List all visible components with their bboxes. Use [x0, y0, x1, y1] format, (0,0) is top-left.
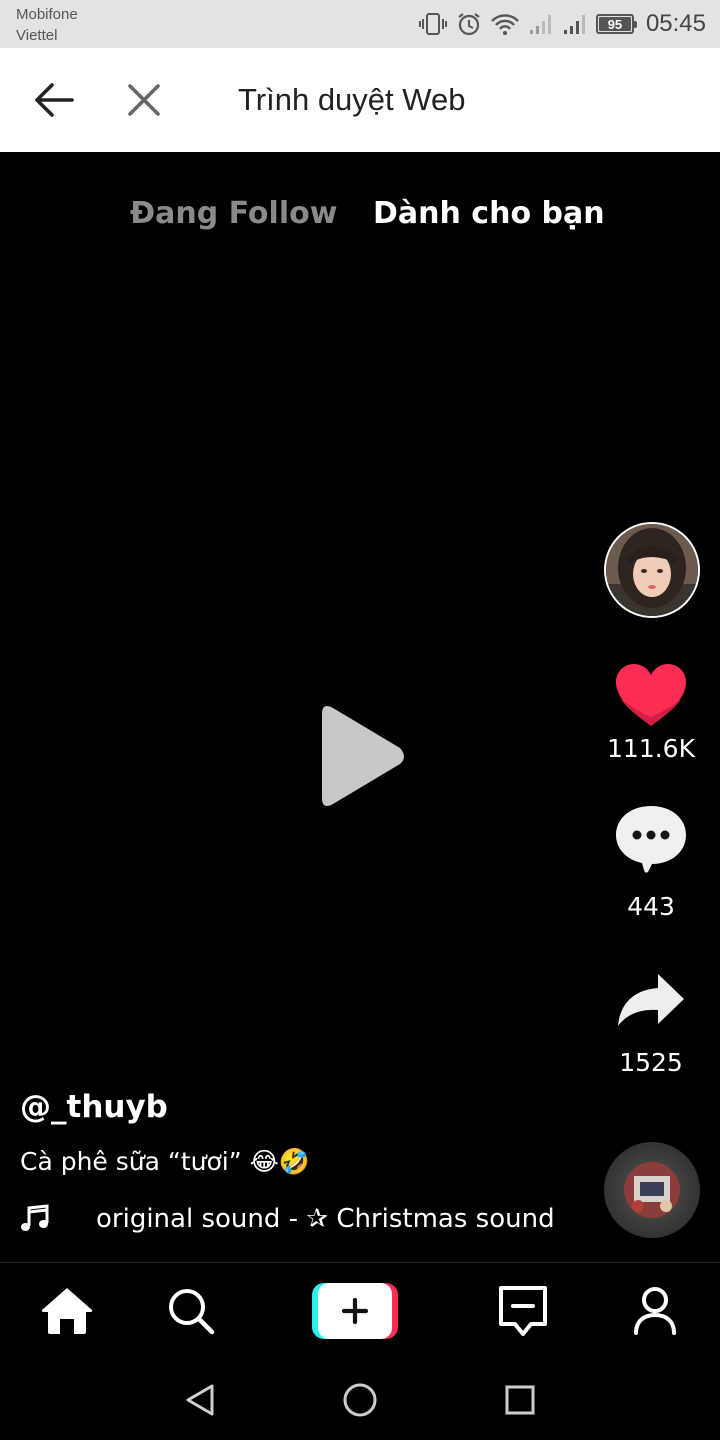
- status-icons: 95 05:45: [418, 9, 706, 39]
- sound-row[interactable]: original sound - ✰ Christmas sound: [20, 1198, 570, 1240]
- home-icon: [41, 1288, 93, 1334]
- back-button[interactable]: [28, 74, 80, 126]
- comment-button[interactable]: 443: [596, 802, 706, 922]
- battery-level: 95: [607, 16, 623, 32]
- avatar-image: [606, 524, 698, 616]
- browser-toolbar: Trình duyệt Web: [0, 48, 720, 152]
- system-recents-button[interactable]: [500, 1380, 540, 1420]
- wifi-icon: [491, 14, 519, 35]
- signal-icon-sim1: [529, 15, 551, 34]
- play-icon: [322, 706, 404, 806]
- triangle-back-icon: [186, 1384, 214, 1416]
- nav-discover[interactable]: [160, 1281, 222, 1341]
- carrier-1: Mobifone: [16, 6, 78, 23]
- nav-profile[interactable]: [624, 1281, 686, 1341]
- like-count: 111.6K: [607, 734, 695, 763]
- inbox-icon: [499, 1286, 547, 1336]
- bottom-navigation: [0, 1262, 720, 1360]
- battery-indicator: 95: [595, 14, 637, 34]
- video-caption: Cà phê sữa “tươi” 😂🤣: [20, 1147, 310, 1176]
- music-disc-cover: [624, 1162, 680, 1218]
- arrow-left-icon: [35, 83, 74, 117]
- play-button[interactable]: [312, 700, 408, 814]
- share-button[interactable]: 1525: [596, 970, 706, 1078]
- nav-create[interactable]: [310, 1281, 400, 1341]
- sound-title: original sound - ✰ Christmas sound: [96, 1204, 555, 1234]
- carrier-info: Mobifone Viettel: [16, 4, 78, 46]
- music-note-icon: [21, 1204, 49, 1231]
- like-button[interactable]: 111.6K: [596, 662, 706, 764]
- feed-tabs: Đang Follow Dành cho bạn: [0, 190, 720, 240]
- close-icon: [128, 84, 160, 116]
- comment-icon: [616, 806, 686, 873]
- square-recents-icon: [505, 1385, 535, 1415]
- clock: 05:45: [645, 10, 706, 37]
- system-navigation-bar: [0, 1360, 720, 1440]
- signal-icon-sim2: [563, 15, 585, 34]
- vibrate-icon: [418, 13, 447, 35]
- share-arrow-icon: [618, 974, 684, 1026]
- carrier-2: Viettel: [16, 27, 58, 44]
- system-back-button[interactable]: [180, 1380, 220, 1420]
- nav-inbox[interactable]: [492, 1281, 554, 1341]
- creator-avatar[interactable]: [604, 522, 700, 618]
- plus-icon: [341, 1297, 369, 1325]
- browser-title: Trình duyệt Web: [238, 82, 466, 117]
- creator-username[interactable]: @_thuyb: [20, 1086, 168, 1128]
- tab-following[interactable]: Đang Follow: [130, 190, 337, 238]
- nav-home[interactable]: [36, 1281, 98, 1341]
- music-disc[interactable]: [604, 1142, 700, 1238]
- alarm-icon: [458, 13, 480, 36]
- share-count: 1525: [619, 1048, 683, 1077]
- comment-count: 443: [627, 892, 675, 921]
- search-icon: [169, 1289, 215, 1335]
- circle-home-icon: [343, 1383, 377, 1417]
- close-button[interactable]: [120, 76, 168, 124]
- heart-icon: [616, 664, 686, 726]
- system-home-button[interactable]: [340, 1380, 380, 1420]
- profile-icon: [634, 1287, 676, 1335]
- tab-for-you[interactable]: Dành cho bạn: [373, 190, 605, 238]
- status-bar: Mobifone Viettel 95 05:45: [0, 0, 720, 48]
- create-button[interactable]: [312, 1283, 398, 1339]
